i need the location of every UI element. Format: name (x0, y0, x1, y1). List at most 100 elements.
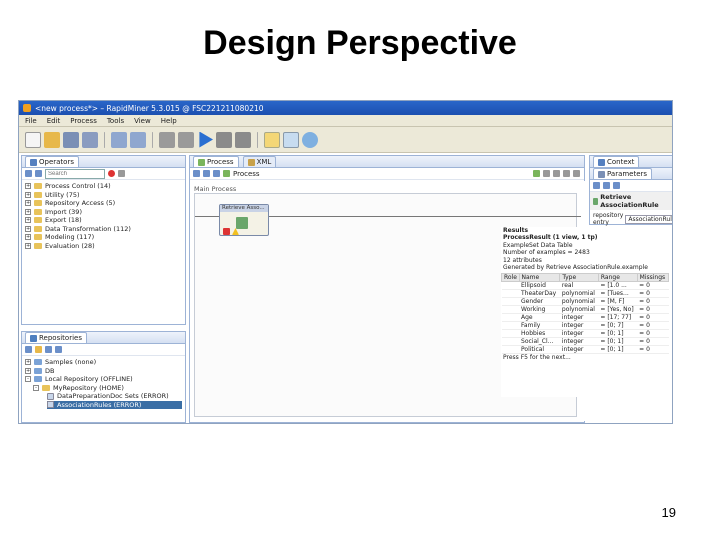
tab-repositories[interactable]: Repositories (25, 332, 87, 343)
save-icon[interactable] (63, 131, 79, 148)
window-title: <new process*> – RapidMiner 5.3.015 @ FS… (35, 103, 264, 113)
refresh-icon[interactable] (45, 346, 52, 353)
tree-item[interactable]: + Evaluation (28) (25, 242, 182, 251)
pause-run-icon[interactable] (216, 131, 232, 148)
expand-icon[interactable]: + (25, 234, 31, 241)
tab-process[interactable]: Process (193, 156, 239, 167)
menu-edit[interactable]: Edit (47, 117, 61, 125)
auto-wire-icon[interactable] (533, 170, 540, 177)
expand-icon[interactable]: + (25, 225, 31, 232)
undo-icon[interactable] (111, 131, 127, 148)
welcome-perspective-icon[interactable] (302, 131, 318, 148)
tree-item-label: Local Repository (OFFLINE) (45, 375, 133, 384)
new-operator-icon[interactable] (25, 170, 32, 177)
parameter-value-field[interactable]: AssociationRule (625, 214, 672, 224)
fit-icon[interactable] (553, 170, 560, 177)
expert-mode-icon[interactable] (593, 182, 600, 189)
open-icon[interactable] (44, 131, 60, 148)
table-row[interactable]: Working polynomial = [Yes, No] = 0 (501, 305, 669, 315)
table-row[interactable]: Age integer = [17; 77] = 0 (501, 313, 669, 323)
column-header[interactable]: Type (559, 273, 599, 283)
warning-icon (232, 228, 239, 235)
tree-item[interactable]: DataPreparationDoc Sets (ERROR) (25, 392, 182, 401)
expand-icon[interactable]: + (25, 242, 31, 249)
column-header[interactable]: Range (597, 273, 638, 283)
expand-icon[interactable]: + (25, 208, 31, 215)
tab-parameters[interactable]: Parameters (593, 168, 653, 179)
table-row[interactable]: Ellipsoid real = [1.0 ... = 0 (501, 281, 669, 291)
tree-item[interactable]: + Import (39) (25, 208, 182, 217)
new-folder-icon[interactable] (55, 346, 62, 353)
pause-icon[interactable] (159, 131, 175, 148)
tab-operators[interactable]: Operators (25, 156, 79, 167)
run-icon[interactable] (199, 131, 213, 148)
add-repository-icon[interactable] (25, 346, 32, 353)
column-header[interactable]: Name (518, 273, 561, 283)
tab-xml[interactable]: XML (242, 156, 277, 167)
parameters-tab-label: Parameters (607, 170, 648, 178)
arrange-icon[interactable] (543, 170, 550, 177)
results-overlay: Results ProcessResult (1 view, 1 tp) Exa… (501, 227, 672, 397)
toggle-icon[interactable] (613, 182, 620, 189)
stop-icon[interactable] (235, 131, 251, 148)
column-header[interactable]: Missings (636, 273, 670, 283)
step-icon[interactable] (178, 131, 194, 148)
table-row[interactable]: Hobbies integer = [0; 1] = 0 (501, 329, 669, 339)
save-as-icon[interactable] (82, 131, 98, 148)
tree-item[interactable]: + Data Transformation (112) (25, 225, 182, 234)
expand-icon[interactable]: + (25, 183, 31, 190)
tree-item[interactable]: + Process Control (14) (25, 182, 182, 191)
table-row[interactable]: Gender polynomial = [M, F] = 0 (501, 297, 669, 307)
collapse-icon[interactable]: - (25, 376, 31, 383)
back-icon[interactable] (193, 170, 200, 177)
open-folder-icon[interactable] (35, 346, 42, 353)
design-perspective-icon[interactable] (264, 131, 280, 148)
filter-icon[interactable] (118, 170, 125, 177)
up-icon[interactable] (213, 170, 220, 177)
tree-item[interactable]: + Modeling (117) (25, 233, 182, 242)
process-breadcrumb[interactable]: Process (233, 170, 260, 178)
info-icon[interactable] (603, 182, 610, 189)
table-row[interactable]: TheaterDay polynomial = [Tues... = 0 (501, 289, 669, 299)
tree-item[interactable]: + Samples (none) (25, 358, 182, 367)
expand-icon[interactable]: + (25, 367, 31, 374)
table-row[interactable]: Political integer = [0; 1] = 0 (501, 345, 669, 355)
table-row[interactable]: Family integer = [0; 7] = 0 (501, 321, 669, 331)
forward-icon[interactable] (203, 170, 210, 177)
tree-item[interactable]: - Local Repository (OFFLINE) (25, 375, 182, 384)
table-row[interactable]: Social_Cl... integer = [0; 1] = 0 (501, 337, 669, 347)
tree-item-selected[interactable]: AssociationRules (ERROR) (47, 400, 182, 409)
menu-tools[interactable]: Tools (107, 117, 124, 125)
retrieve-operator[interactable]: Retrieve Asso... (219, 204, 269, 236)
tree-item[interactable]: + Utility (75) (25, 191, 182, 200)
tree-item[interactable]: + Repository Access (5) (25, 199, 182, 208)
cell: Ellipsoid (519, 281, 560, 291)
refresh-icon[interactable] (35, 170, 42, 177)
collapse-icon[interactable]: - (33, 384, 39, 391)
tab-context[interactable]: Context (593, 156, 640, 167)
cell: Social_Cl... (519, 337, 560, 347)
expand-icon[interactable]: + (25, 359, 31, 366)
zoom-icon[interactable] (563, 170, 570, 177)
cell: Family (519, 321, 560, 331)
redo-icon[interactable] (130, 131, 146, 148)
menu-process[interactable]: Process (70, 117, 97, 125)
results-perspective-icon[interactable] (283, 131, 299, 148)
menu-bar: File Edit Process Tools View Help (19, 115, 672, 127)
cell: = [0; 1] (598, 345, 638, 355)
expand-icon[interactable]: + (25, 191, 31, 198)
tree-item[interactable]: - MyRepository (HOME) (25, 384, 182, 393)
menu-help[interactable]: Help (161, 117, 177, 125)
cell: integer (559, 345, 599, 355)
expand-icon[interactable]: + (25, 200, 31, 207)
new-icon[interactable] (25, 131, 41, 148)
operator-search-input[interactable] (45, 168, 105, 179)
clear-search-icon[interactable] (108, 170, 115, 177)
show-icon[interactable] (573, 170, 580, 177)
column-header[interactable]: Role (501, 273, 520, 283)
tree-item[interactable]: + DB (25, 367, 182, 376)
menu-file[interactable]: File (25, 117, 37, 125)
menu-view[interactable]: View (134, 117, 151, 125)
tree-item[interactable]: + Export (18) (25, 216, 182, 225)
expand-icon[interactable]: + (25, 217, 31, 224)
